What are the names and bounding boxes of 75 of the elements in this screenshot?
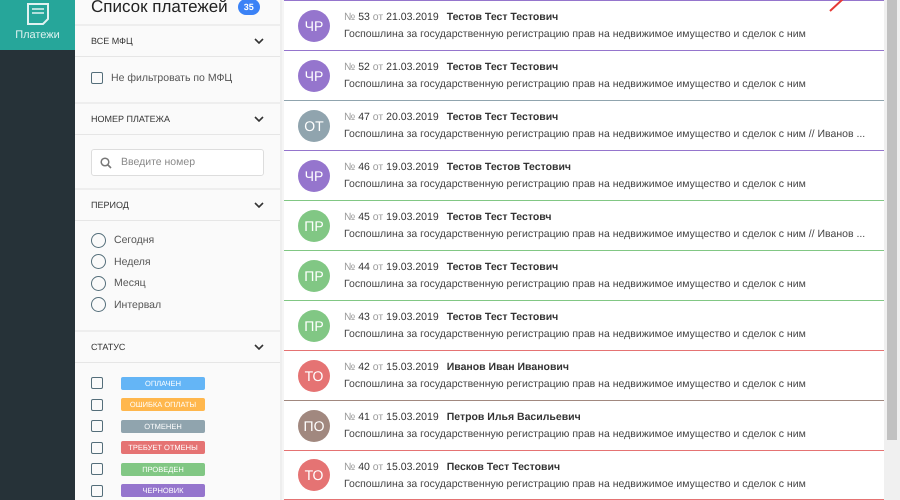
payment-row[interactable]: ПО № 41 от 15.03.2019 Петров Илья Васильевич Госпошлина за государственную регистрацию прав на недвижимое имущество и сделок с ним bbox=[284, 400, 884, 450]
payment-row[interactable]: ЧР № 53 от 21.03.2019 Тестов Тест Тестович Госпошлина за государственную регистрацию прав на недвижимое имущество и сделок с ним bbox=[284, 0, 884, 50]
payment-meta: № 52 от 21.03.2019 bbox=[344, 61, 439, 73]
payment-description: Госпошлина за государственную регистрацию прав на недвижимое имущество и сделок с ним bbox=[344, 178, 806, 190]
checkbox[interactable] bbox=[91, 442, 103, 454]
payer-name: Тестов Тест Тестович bbox=[446, 11, 558, 23]
payment-meta: № 47 от 20.03.2019 bbox=[344, 111, 439, 123]
payer-name: Петров Илья Васильевич bbox=[446, 411, 581, 423]
payer-name: Тестов Тестов Тестович bbox=[446, 161, 572, 173]
payer-name: Песков Тест Тестович bbox=[446, 460, 560, 472]
payment-meta: № 43 от 19.03.2019 bbox=[344, 311, 439, 323]
payment-row[interactable]: ЧР № 52 от 21.03.2019 Тестов Тест Тестович Госпошлина за государственную регистрацию прав на недвижимое имущество и сделок с ним bbox=[284, 50, 884, 100]
checkbox[interactable] bbox=[91, 484, 103, 497]
payment-row[interactable]: ОТ № 47 от 20.03.2019 Тестов Тест Тестович Госпошлина за государственную регистрацию прав на недвижимое имущество и сделок с ним // Иванов ... bbox=[284, 100, 884, 150]
payment-description: Госпошлина за государственную регистрацию прав на недвижимое имущество и сделок с ним bbox=[344, 378, 806, 390]
payment-row[interactable]: ПР № 43 от 19.03.2019 Тестов Тест Тестович Госпошлина за государственную регистрацию прав на недвижимое имущество и сделок с ним bbox=[284, 300, 884, 350]
payment-meta: № 45 от 19.03.2019 bbox=[344, 211, 439, 223]
avatar: ПР bbox=[298, 210, 330, 242]
payer-name: Тестов Тест Тестович bbox=[446, 261, 558, 273]
pen-stroke-mark bbox=[829, 0, 844, 12]
payment-row[interactable]: ЧР № 46 от 19.03.2019 Тестов Тестов Тестович Госпошлина за государственную регистрацию прав на недвижимое имущество и сделок с ним bbox=[284, 150, 884, 200]
payment-meta: № 46 от 19.03.2019 bbox=[344, 161, 439, 173]
avatar: ЧР bbox=[298, 60, 330, 92]
radio-label: Интервал bbox=[114, 298, 162, 311]
payer-name: Тестов Тест Тестович bbox=[446, 111, 558, 123]
avatar: ТО bbox=[298, 360, 330, 392]
avatar: ПО bbox=[298, 410, 330, 442]
checkbox[interactable] bbox=[91, 420, 103, 432]
section-header[interactable]: НОМЕР ПЛАТЕЖА bbox=[75, 104, 280, 134]
payer-name: Иванов Иван Иванович bbox=[446, 361, 569, 373]
payment-meta: № 40 от 15.03.2019 bbox=[344, 460, 439, 472]
checkbox[interactable] bbox=[91, 398, 103, 411]
payment-row[interactable]: ПР № 45 от 19.03.2019 Тестов Тест Тестовч Госпошлина за государственную регистрацию прав на недвижимое имущество и сделок с ним // Иванов ... bbox=[284, 200, 884, 250]
radio-label: Сегодня bbox=[114, 234, 154, 246]
radio-label: Неделя bbox=[114, 256, 151, 268]
avatar: ПР bbox=[298, 310, 330, 342]
payment-row[interactable]: ТО № 40 от 15.03.2019 Песков Тест Тестович Госпошлина за государственную регистрацию прав на недвижимое имущество и сделок с ним bbox=[284, 450, 884, 500]
radio-button[interactable] bbox=[91, 297, 106, 312]
payment-description: Госпошлина за государственную регистрацию прав на недвижимое имущество и сделок с ним bbox=[344, 428, 806, 440]
payer-name: Тестов Тест Тестович bbox=[446, 61, 558, 73]
section-header[interactable]: ПЕРИОД bbox=[75, 190, 280, 220]
checkbox[interactable] bbox=[91, 377, 103, 390]
payment-description: Госпошлина за государственную регистрацию прав на недвижимое имущество и сделок с ним bbox=[344, 278, 806, 290]
payment-description: Госпошлина за государственную регистрацию прав на недвижимое имущество и сделок с ним bbox=[344, 78, 806, 90]
scrollbar[interactable] bbox=[884, 0, 900, 500]
payer-name: Тестов Тест Тестович bbox=[446, 311, 558, 323]
payment-description: Госпошлина за государственную регистрацию прав на недвижимое имущество и сделок с ним bbox=[344, 328, 806, 340]
payment-meta: № 41 от 15.03.2019 bbox=[344, 411, 439, 423]
payer-name: Тестов Тест Тестовч bbox=[446, 211, 552, 223]
payment-meta: № 42 от 15.03.2019 bbox=[344, 361, 439, 373]
radio-label: Месяц bbox=[114, 277, 146, 290]
section-header[interactable]: СТАТУС bbox=[75, 332, 280, 362]
search-icon bbox=[100, 156, 112, 168]
payment-description: Госпошлина за государственную регистрацию прав на недвижимое имущество и сделок с ним bbox=[344, 478, 806, 490]
payment-description: Госпошлина за государственную регистрацию прав на недвижимое имущество и сделок с ним // Иванов ... bbox=[344, 228, 866, 240]
radio-button[interactable] bbox=[91, 232, 106, 248]
radio-button[interactable] bbox=[91, 276, 106, 291]
search-field[interactable]: Введите номер bbox=[91, 148, 264, 176]
payment-description: Госпошлина за государственную регистрацию прав на недвижимое имущество и сделок с ним bbox=[344, 28, 806, 40]
checkbox[interactable] bbox=[91, 463, 103, 476]
section-header[interactable]: ВСЕ МФЦ bbox=[75, 26, 280, 57]
payment-meta: № 53 от 21.03.2019 bbox=[344, 11, 439, 23]
radio-button[interactable] bbox=[91, 254, 106, 270]
payment-row[interactable]: ПР № 44 от 19.03.2019 Тестов Тест Тестович Госпошлина за государственную регистрацию прав на недвижимое имущество и сделок с ним bbox=[284, 250, 884, 300]
payment-row[interactable]: ТО № 42 от 15.03.2019 Иванов Иван Иванович Госпошлина за государственную регистрацию прав на недвижимое имущество и сделок с ним bbox=[284, 350, 884, 400]
count-badge: 35 bbox=[238, 0, 260, 15]
avatar: ЧР bbox=[298, 160, 330, 192]
avatar: ЧР bbox=[298, 10, 330, 42]
payment-meta: № 44 от 19.03.2019 bbox=[344, 261, 439, 273]
checkbox[interactable] bbox=[91, 72, 103, 84]
avatar: ОТ bbox=[298, 110, 330, 142]
payment-description: Госпошлина за государственную регистрацию прав на недвижимое имущество и сделок с ним // Иванов ... bbox=[344, 128, 866, 140]
avatar: ТО bbox=[298, 459, 330, 491]
avatar: ПР bbox=[298, 260, 330, 292]
checkbox-label: Не фильтровать по МФЦ bbox=[111, 72, 232, 84]
